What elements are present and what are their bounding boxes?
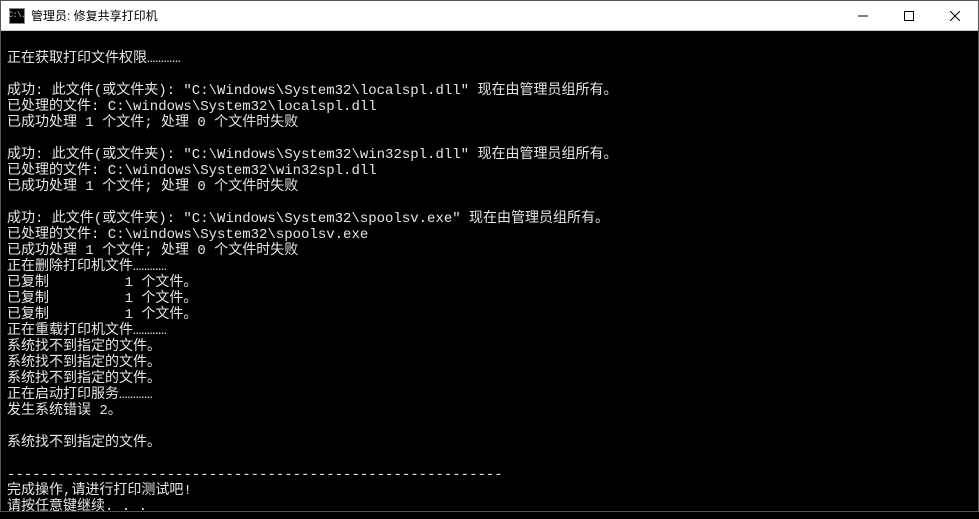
terminal-line: 系统找不到指定的文件。 bbox=[7, 371, 972, 387]
terminal-line: 已成功处理 1 个文件; 处理 0 个文件时失败 bbox=[7, 115, 972, 131]
terminal-line: 正在删除打印机文件………… bbox=[7, 259, 972, 275]
terminal-line bbox=[7, 195, 972, 211]
terminal-line bbox=[7, 35, 972, 51]
terminal-line bbox=[7, 131, 972, 147]
terminal-output: 正在获取打印文件权限………… 成功: 此文件(或文件夹): "C:\Window… bbox=[1, 31, 978, 519]
maximize-button[interactable] bbox=[886, 1, 932, 30]
terminal-line: 已处理的文件: C:\windows\System32\localspl.dll bbox=[7, 99, 972, 115]
cmd-icon-text: C:\. bbox=[8, 11, 25, 20]
close-button[interactable] bbox=[932, 1, 978, 30]
terminal-line: 系统找不到指定的文件。 bbox=[7, 435, 972, 451]
terminal-line bbox=[7, 419, 972, 435]
close-icon bbox=[950, 11, 960, 21]
maximize-icon bbox=[904, 11, 914, 21]
terminal-line: 已处理的文件: C:\windows\System32\spoolsv.exe bbox=[7, 227, 972, 243]
terminal-line: ----------------------------------------… bbox=[7, 467, 972, 483]
window-titlebar: C:\. 管理员: 修复共享打印机 bbox=[1, 1, 978, 31]
minimize-icon bbox=[858, 11, 868, 21]
terminal-line: 系统找不到指定的文件。 bbox=[7, 339, 972, 355]
terminal-line: 已处理的文件: C:\windows\System32\win32spl.dll bbox=[7, 163, 972, 179]
terminal-line: 正在获取打印文件权限………… bbox=[7, 51, 972, 67]
terminal-line: 成功: 此文件(或文件夹): "C:\Windows\System32\spoo… bbox=[7, 211, 972, 227]
terminal-line: 发生系统错误 2。 bbox=[7, 403, 972, 419]
terminal-line: 系统找不到指定的文件。 bbox=[7, 355, 972, 371]
terminal-line bbox=[7, 67, 972, 83]
cmd-icon: C:\. bbox=[9, 8, 25, 24]
terminal-line: 成功: 此文件(或文件夹): "C:\Windows\System32\loca… bbox=[7, 83, 972, 99]
window-title: 管理员: 修复共享打印机 bbox=[31, 7, 158, 24]
terminal-line: 正在重载打印机文件………… bbox=[7, 323, 972, 339]
terminal-line: 已复制 1 个文件。 bbox=[7, 275, 972, 291]
terminal-line: 请按任意键继续. . . bbox=[7, 499, 972, 515]
window-controls bbox=[840, 1, 978, 30]
terminal-line bbox=[7, 451, 972, 467]
terminal-line: 已复制 1 个文件。 bbox=[7, 291, 972, 307]
terminal-line: 正在启动打印服务………… bbox=[7, 387, 972, 403]
terminal-line: 已复制 1 个文件。 bbox=[7, 307, 972, 323]
terminal-line: 完成操作,请进行打印测试吧! bbox=[7, 483, 972, 499]
terminal-line: 已成功处理 1 个文件; 处理 0 个文件时失败 bbox=[7, 179, 972, 195]
terminal-line: 已成功处理 1 个文件; 处理 0 个文件时失败 bbox=[7, 243, 972, 259]
minimize-button[interactable] bbox=[840, 1, 886, 30]
terminal-line: 成功: 此文件(或文件夹): "C:\Windows\System32\win3… bbox=[7, 147, 972, 163]
